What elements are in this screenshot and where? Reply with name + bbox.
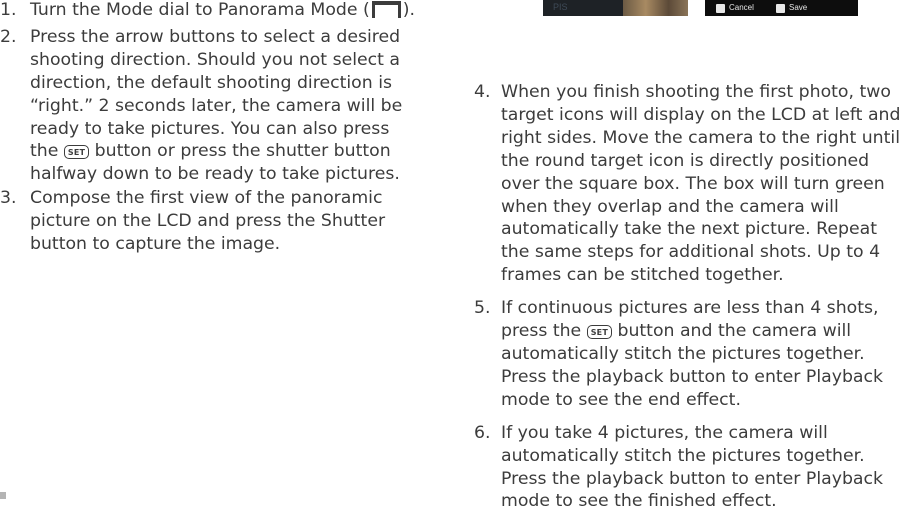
panorama-preview-photo [623, 0, 688, 16]
step-2: 2. Press the arrow buttons to select a d… [0, 26, 420, 186]
cancel-key-icon [716, 3, 725, 13]
left-column: 1. Turn the Mode dial to Panorama Mode (… [0, 0, 420, 256]
save-key-icon [776, 3, 785, 13]
right-column: 4. When you finish shooting the first ph… [474, 81, 908, 513]
lcd-screenshot-shooting: PIS [543, 0, 688, 16]
step-5: 5. If continuous pictures are less than … [474, 297, 908, 412]
step-text: Turn the Mode dial to Panorama Mode ( [30, 0, 370, 20]
page-corner-mark [0, 492, 6, 499]
step-1: 1. Turn the Mode dial to Panorama Mode (… [0, 0, 420, 25]
step-3: 3. Compose the first view of the panoram… [0, 187, 420, 256]
step-text-end: ). [402, 0, 416, 20]
step-number: 4. [474, 82, 491, 102]
step-6: 6. If you take 4 pictures, the camera wi… [474, 422, 908, 513]
panorama-mode-icon [371, 1, 401, 25]
step-text: If you take 4 pictures, the camera will … [501, 422, 884, 512]
step-4: 4. When you finish shooting the first ph… [474, 81, 908, 287]
step-number: 1. [0, 0, 17, 20]
hud-save: Save [776, 3, 807, 13]
hud-save-label: Save [789, 3, 808, 12]
set-button-icon: SET [586, 325, 612, 340]
lcd-screenshot-stitch: Cancel Save [705, 0, 858, 16]
hud-cancel: Cancel [716, 3, 754, 13]
lcd-screenshot-label: PIS [553, 2, 568, 12]
step-text: Compose the first view of the panoramic … [30, 188, 386, 255]
step-number: 6. [474, 422, 491, 443]
hud-cancel-label: Cancel [729, 3, 754, 12]
step-text: When you finish shooting the first photo… [501, 82, 901, 286]
steps-list-left: 1. Turn the Mode dial to Panorama Mode (… [0, 0, 420, 256]
step-number: 2. [0, 26, 17, 47]
set-button-icon: SET [63, 145, 90, 160]
step-number: 5. [474, 298, 491, 319]
step-number: 3. [0, 188, 17, 209]
steps-list-right: 4. When you finish shooting the first ph… [474, 81, 908, 513]
